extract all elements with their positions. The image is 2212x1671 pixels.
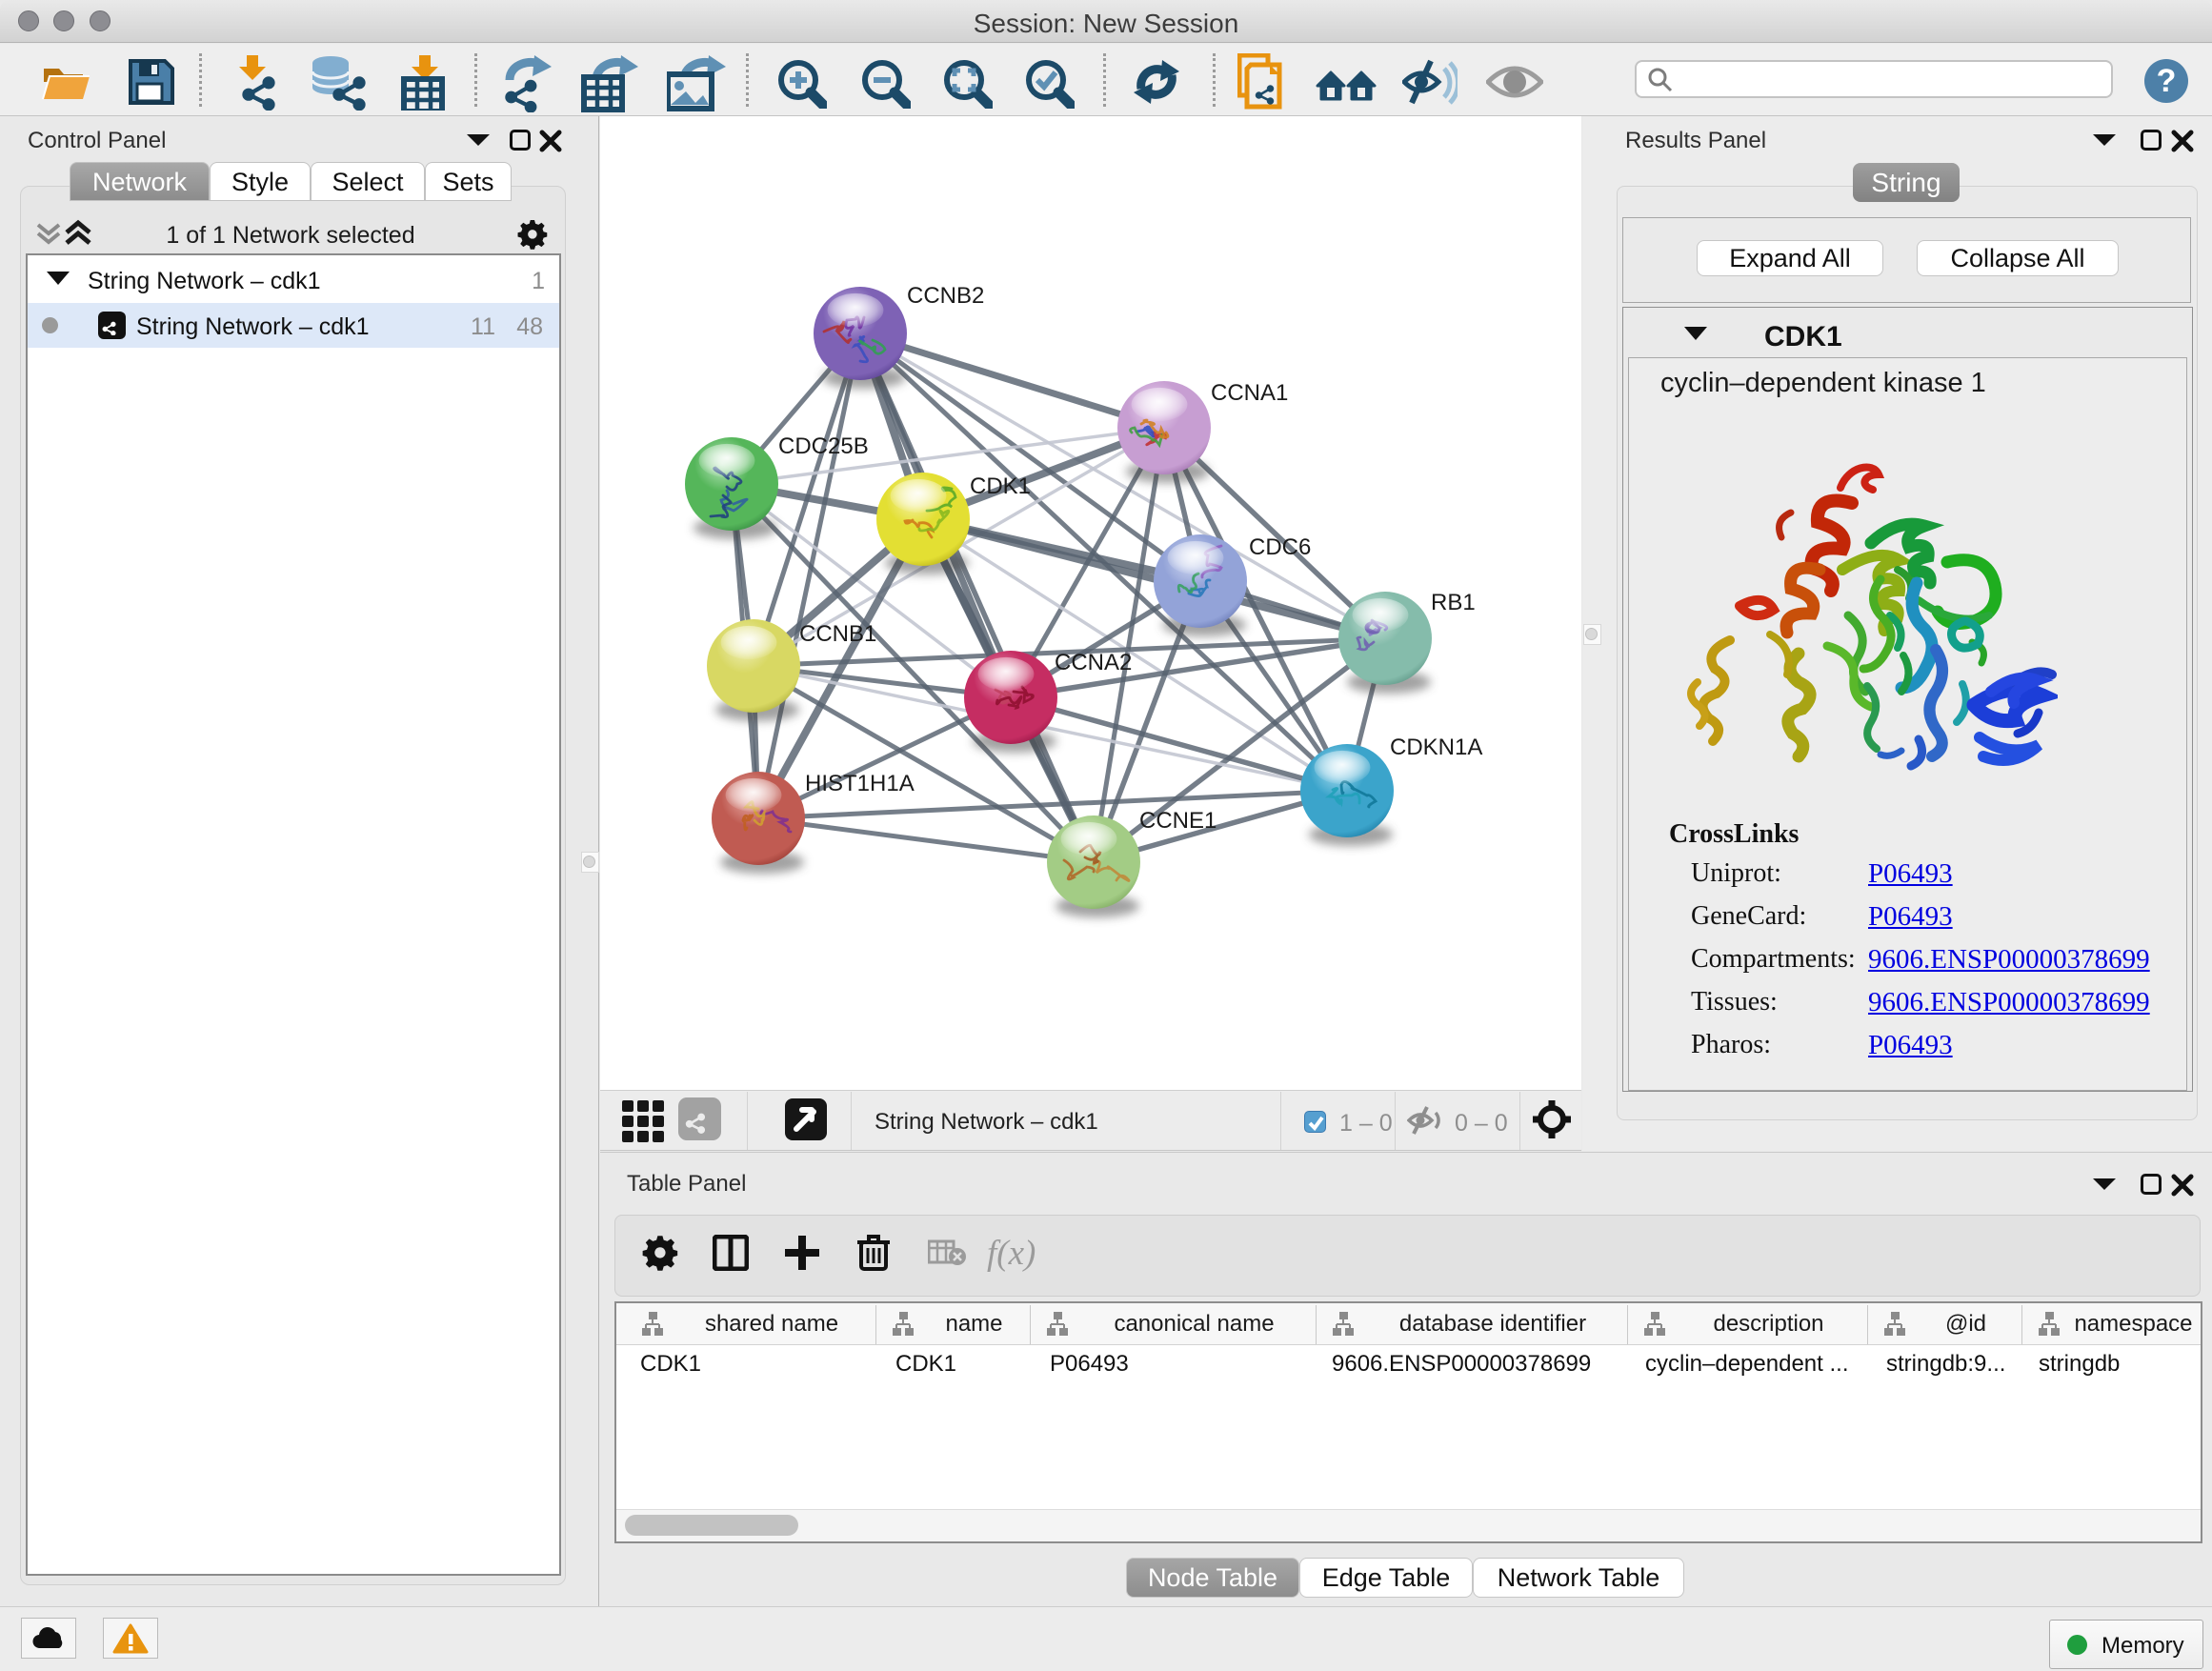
svg-text:CCNE1: CCNE1 [1139,808,1217,834]
svg-text:CDC6: CDC6 [1249,534,1311,560]
svg-text:CCNA1: CCNA1 [1211,380,1288,406]
svg-text:CDK1: CDK1 [970,473,1031,499]
svg-text:CCNB1: CCNB1 [799,621,876,647]
svg-text:HIST1H1A: HIST1H1A [805,771,915,796]
svg-text:CCNA2: CCNA2 [1055,650,1132,675]
svg-text:CDC25B: CDC25B [778,433,869,459]
svg-text:CCNB2: CCNB2 [907,283,984,309]
svg-text:RB1: RB1 [1431,590,1476,615]
svg-text:CDKN1A: CDKN1A [1390,735,1482,760]
